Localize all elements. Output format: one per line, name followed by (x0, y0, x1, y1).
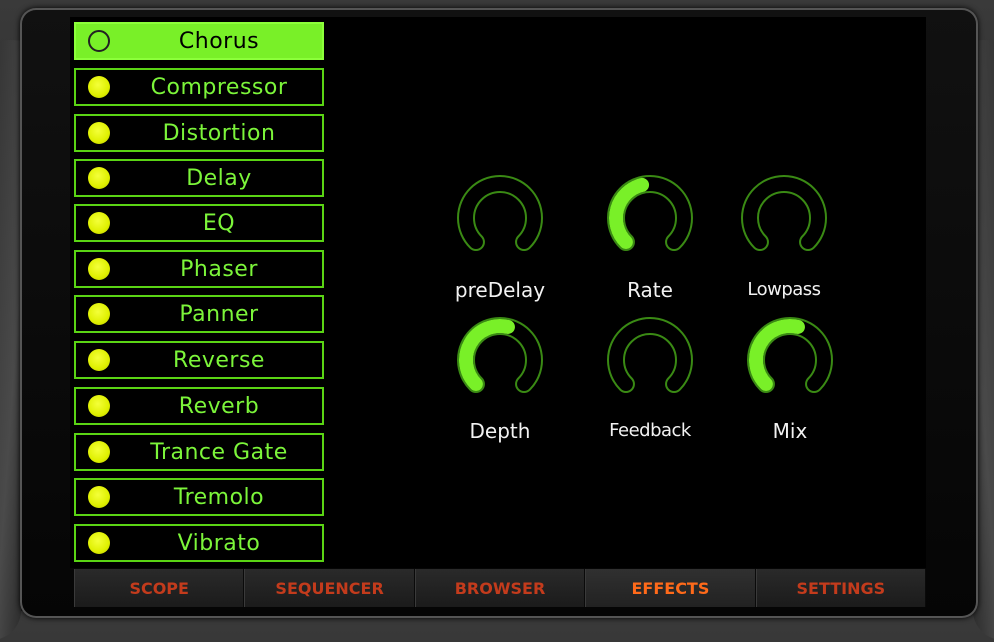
knob-label-feedback: Feedback (609, 420, 691, 441)
knob-feedback[interactable] (602, 312, 698, 408)
knob-label-mix: Mix (772, 419, 808, 443)
effect-item-eq[interactable]: EQ (74, 204, 324, 242)
effect-item-distortion[interactable]: Distortion (74, 114, 324, 152)
effect-item-label: Chorus (178, 28, 260, 54)
knob-mix[interactable] (742, 312, 838, 408)
effect-item-chorus[interactable]: Chorus (74, 22, 324, 60)
effect-item-label: Vibrato (177, 530, 261, 556)
knob-label-depth: Depth (469, 419, 531, 443)
effect-item-reverse[interactable]: Reverse (74, 341, 324, 379)
effect-led-icon[interactable] (88, 395, 110, 417)
tab-effects[interactable]: EFFECTS (585, 569, 756, 607)
tab-sequencer[interactable]: SEQUENCER (244, 569, 415, 607)
tab-browser[interactable]: BROWSER (414, 569, 586, 607)
effect-item-label: Reverse (173, 347, 265, 373)
tab-scope[interactable]: SCOPE (74, 569, 245, 607)
effect-item-tremolo[interactable]: Tremolo (74, 478, 324, 516)
effect-item-label: Trance Gate (150, 439, 288, 465)
effect-led-icon[interactable] (88, 532, 110, 554)
effect-item-label: Compressor (150, 74, 288, 100)
effect-led-icon[interactable] (88, 76, 110, 98)
effect-item-vibrato[interactable]: Vibrato (74, 524, 324, 562)
effect-led-icon[interactable] (88, 441, 110, 463)
effect-item-label: Tremolo (173, 484, 265, 510)
effect-item-panner[interactable]: Panner (74, 295, 324, 333)
knob-predelay[interactable] (452, 170, 548, 266)
effect-led-icon[interactable] (88, 30, 110, 52)
effect-led-icon[interactable] (88, 303, 110, 325)
effect-led-icon[interactable] (88, 258, 110, 280)
effect-item-trance-gate[interactable]: Trance Gate (74, 433, 324, 471)
effect-item-phaser[interactable]: Phaser (74, 250, 324, 288)
knob-lowpass[interactable] (736, 170, 832, 266)
bottom-tab-bar: SCOPE SEQUENCER BROWSER EFFECTS SETTINGS (74, 569, 927, 607)
knob-dial-icon (607, 317, 693, 394)
knob-rate[interactable] (602, 170, 698, 266)
effect-item-label: Phaser (180, 256, 258, 282)
knob-dial-icon (747, 317, 833, 394)
knob-dial-icon (607, 175, 693, 252)
effect-led-icon[interactable] (88, 349, 110, 371)
effect-item-delay[interactable]: Delay (74, 159, 324, 197)
knob-label-lowpass: Lowpass (747, 279, 821, 300)
effect-item-label: Delay (186, 165, 252, 191)
effect-item-label: Distortion (162, 120, 276, 146)
effect-led-icon[interactable] (88, 486, 110, 508)
knob-dial-icon (457, 317, 543, 394)
effect-item-label: Reverb (178, 393, 260, 419)
effect-led-icon[interactable] (88, 167, 110, 189)
knob-dial-icon (741, 175, 827, 252)
effect-item-reverb[interactable]: Reverb (74, 387, 324, 425)
knob-depth[interactable] (452, 312, 548, 408)
effect-item-label: EQ (202, 210, 236, 236)
tab-settings[interactable]: SETTINGS (755, 569, 927, 607)
effect-led-icon[interactable] (88, 212, 110, 234)
knob-label-predelay: preDelay (454, 278, 546, 302)
knob-dial-icon (457, 175, 543, 252)
effect-led-icon[interactable] (88, 122, 110, 144)
effect-item-compressor[interactable]: Compressor (74, 68, 324, 106)
knob-label-rate: Rate (627, 278, 673, 302)
effect-item-label: Panner (179, 301, 259, 327)
